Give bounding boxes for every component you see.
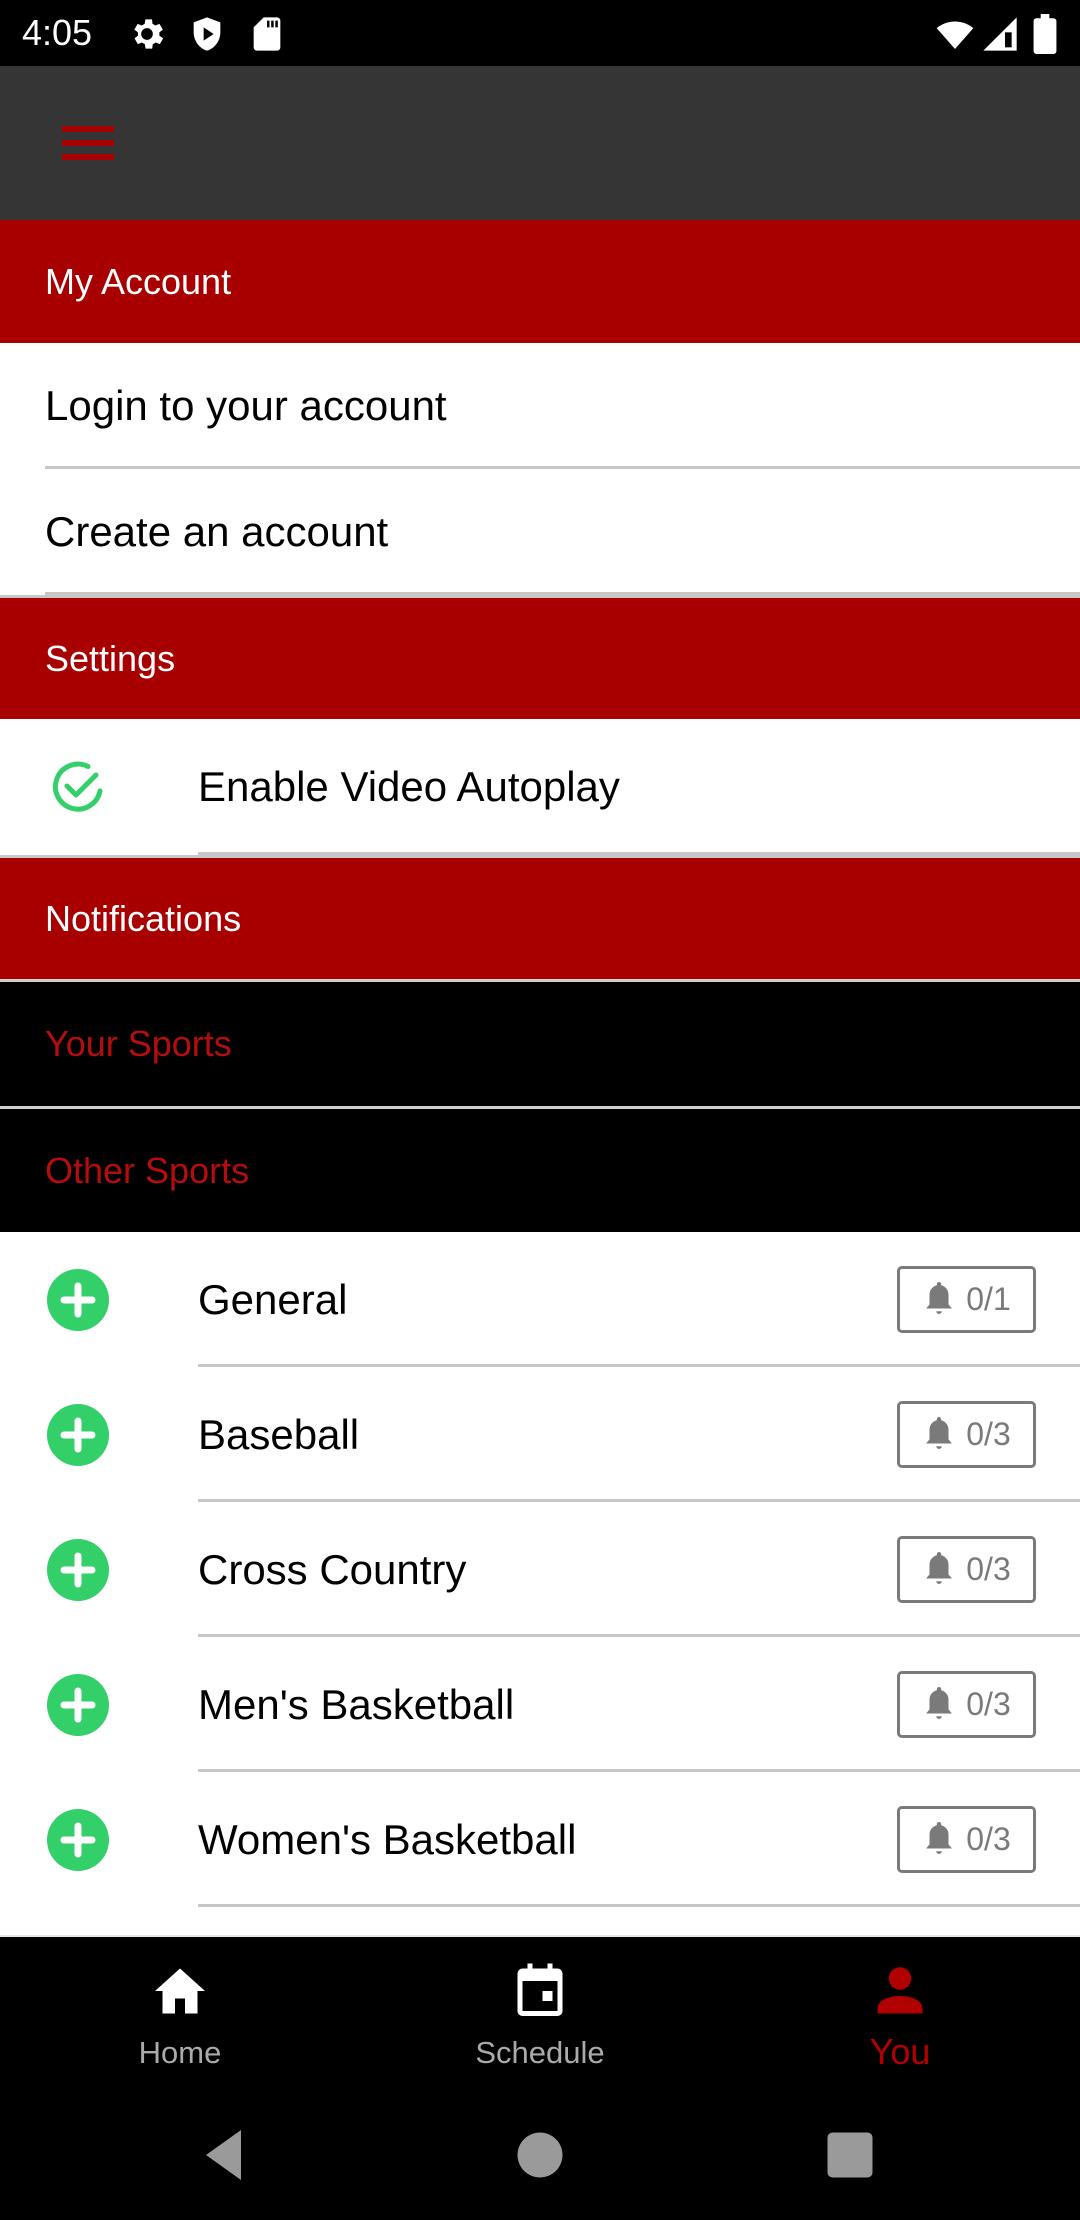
sport-name: Baseball <box>198 1410 360 1458</box>
section-title: Notifications <box>45 897 242 939</box>
create-account-label: Create an account <box>45 508 389 555</box>
tab-schedule[interactable]: Schedule <box>360 1937 720 2095</box>
section-header-my-account: My Account <box>0 220 1080 343</box>
sport-row[interactable]: Men's Basketball 0/3 <box>0 1637 1080 1772</box>
section-header-settings: Settings <box>0 595 1080 719</box>
notification-count: 0/3 <box>966 1685 1011 1722</box>
menu-line <box>62 140 114 146</box>
notification-count: 0/3 <box>966 1550 1011 1587</box>
person-icon <box>870 1961 930 2021</box>
notification-count-badge[interactable]: 0/3 <box>897 1535 1036 1603</box>
app-bar <box>0 66 1080 220</box>
tab-label: You <box>869 2031 931 2072</box>
your-sports-header: Your Sports <box>0 979 1080 1106</box>
add-circle-icon[interactable] <box>46 1538 110 1602</box>
notification-count-badge[interactable]: 0/3 <box>897 1805 1036 1873</box>
shield-play-icon <box>187 14 227 54</box>
settings-list[interactable]: My Account Login to your account Create … <box>0 220 1080 1935</box>
home-icon <box>150 1961 210 2021</box>
bell-icon <box>922 1550 956 1588</box>
status-bar: 4:05 <box>0 0 1080 66</box>
notification-count: 0/3 <box>966 1415 1011 1452</box>
bell-icon <box>922 1280 956 1318</box>
other-sports-label: Other Sports <box>45 1149 250 1191</box>
login-row[interactable]: Login to your account <box>0 343 1080 469</box>
menu-line <box>62 154 114 160</box>
sport-name: Cross Country <box>198 1545 467 1593</box>
tab-you[interactable]: You <box>720 1937 1080 2095</box>
sport-name: General <box>198 1275 348 1323</box>
notification-count-badge[interactable]: 0/1 <box>897 1265 1036 1333</box>
sport-name: Women's Basketball <box>198 1815 577 1863</box>
add-circle-icon[interactable] <box>46 1403 110 1467</box>
home-circle-icon[interactable] <box>510 2125 570 2185</box>
battery-icon <box>1030 14 1060 54</box>
sport-name: Men's Basketball <box>198 1680 515 1728</box>
create-account-row[interactable]: Create an account <box>0 469 1080 595</box>
bottom-nav: Home Schedule You <box>0 1935 1080 2095</box>
other-sports-list: General 0/1 Baseball 0/3 Cross Country 0… <box>0 1232 1080 1907</box>
wifi-icon <box>935 14 975 54</box>
add-circle-icon[interactable] <box>46 1268 110 1332</box>
add-circle-icon[interactable] <box>46 1808 110 1872</box>
tab-home[interactable]: Home <box>0 1937 360 2095</box>
notification-count-badge[interactable]: 0/3 <box>897 1670 1036 1738</box>
autoplay-row[interactable]: Enable Video Autoplay <box>0 719 1080 855</box>
sport-row[interactable]: Women's Basketball 0/3 <box>0 1772 1080 1907</box>
divider <box>198 852 1080 855</box>
sd-card-icon <box>247 14 287 54</box>
divider <box>198 1904 1080 1907</box>
notification-count: 0/1 <box>966 1280 1011 1317</box>
calendar-icon <box>510 1961 570 2021</box>
bell-icon <box>922 1685 956 1723</box>
check-circle-icon[interactable] <box>46 755 110 819</box>
tab-label: Schedule <box>475 2035 605 2070</box>
sport-row[interactable]: General 0/1 <box>0 1232 1080 1367</box>
autoplay-label: Enable Video Autoplay <box>198 763 620 810</box>
menu-line <box>62 126 114 132</box>
sport-row[interactable]: Cross Country 0/3 <box>0 1502 1080 1637</box>
cell-signal-icon <box>980 14 1020 54</box>
login-label: Login to your account <box>45 382 447 429</box>
system-nav <box>0 2095 1080 2220</box>
divider <box>45 592 1080 595</box>
your-sports-label: Your Sports <box>45 1023 232 1064</box>
notification-count: 0/3 <box>966 1820 1011 1857</box>
status-time: 4:05 <box>22 12 93 53</box>
gear-icon <box>127 14 167 54</box>
section-title: My Account <box>45 260 232 302</box>
sport-row[interactable]: Baseball 0/3 <box>0 1367 1080 1502</box>
add-circle-icon[interactable] <box>46 1673 110 1737</box>
section-title: Settings <box>45 637 176 679</box>
tab-label: Home <box>138 2035 222 2070</box>
hamburger-menu-icon[interactable] <box>50 116 126 176</box>
other-sports-header: Other Sports <box>0 1106 1080 1232</box>
notification-count-badge[interactable]: 0/3 <box>897 1400 1036 1468</box>
recents-square-icon[interactable] <box>820 2125 880 2185</box>
section-header-notifications: Notifications <box>0 855 1080 979</box>
back-icon[interactable] <box>196 2125 256 2185</box>
bell-icon <box>922 1415 956 1453</box>
bell-icon <box>922 1820 956 1858</box>
